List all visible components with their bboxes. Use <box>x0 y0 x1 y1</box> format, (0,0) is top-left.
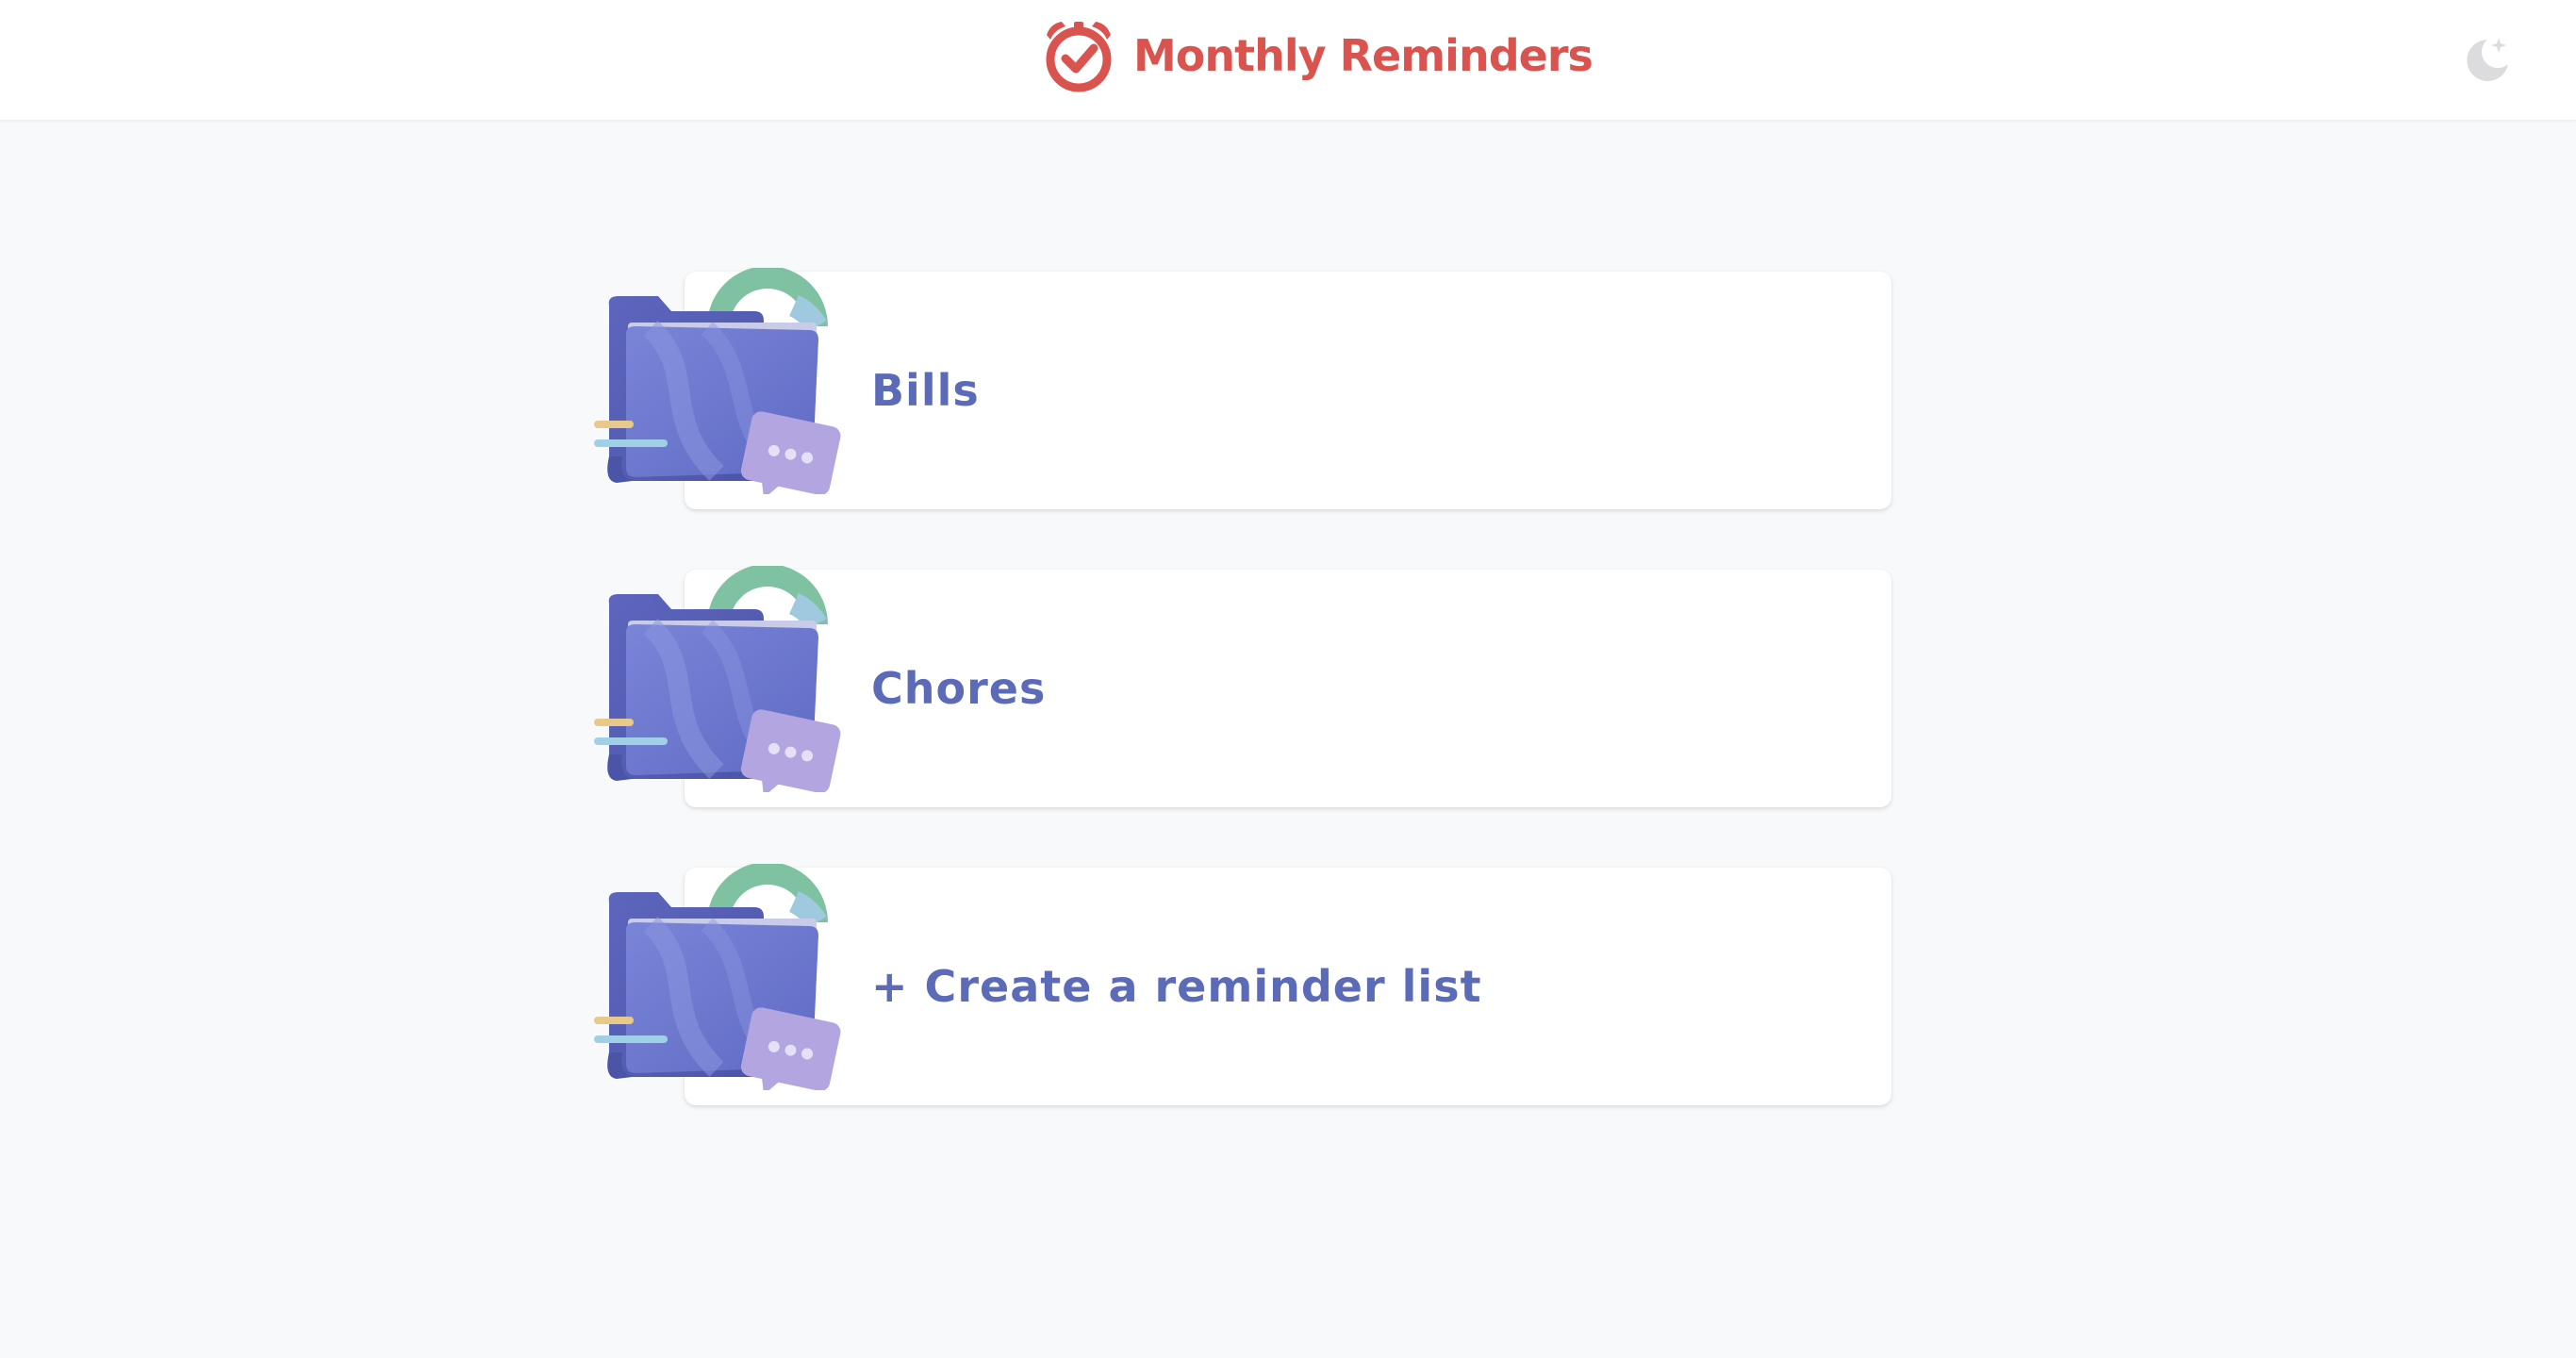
create-list-button[interactable]: + Create a reminder list <box>594 868 1891 1105</box>
list-item-chores[interactable]: Chores <box>594 570 1891 807</box>
folder-illustration-icon <box>594 268 843 494</box>
app-title: Monthly Reminders <box>1133 30 1593 81</box>
folder-illustration-icon <box>594 566 843 792</box>
brand-home-link[interactable]: Monthly Reminders <box>1037 13 1593 98</box>
list-item-bills[interactable]: Bills <box>594 272 1891 509</box>
card-box <box>685 272 1891 509</box>
list-item-label: Chores <box>871 663 1047 714</box>
app-header: Monthly Reminders <box>0 0 2576 121</box>
folder-illustration-icon <box>594 864 843 1090</box>
moon-stars-icon <box>2459 32 2514 87</box>
list-item-label: Bills <box>871 365 980 416</box>
create-list-label: + Create a reminder list <box>871 961 1482 1012</box>
alarm-clock-check-icon <box>1037 14 1120 97</box>
card-box <box>685 570 1891 807</box>
reminder-lists: Bills Chores + Create a reminder list <box>594 272 1891 1166</box>
theme-toggle-button[interactable] <box>2459 32 2514 87</box>
